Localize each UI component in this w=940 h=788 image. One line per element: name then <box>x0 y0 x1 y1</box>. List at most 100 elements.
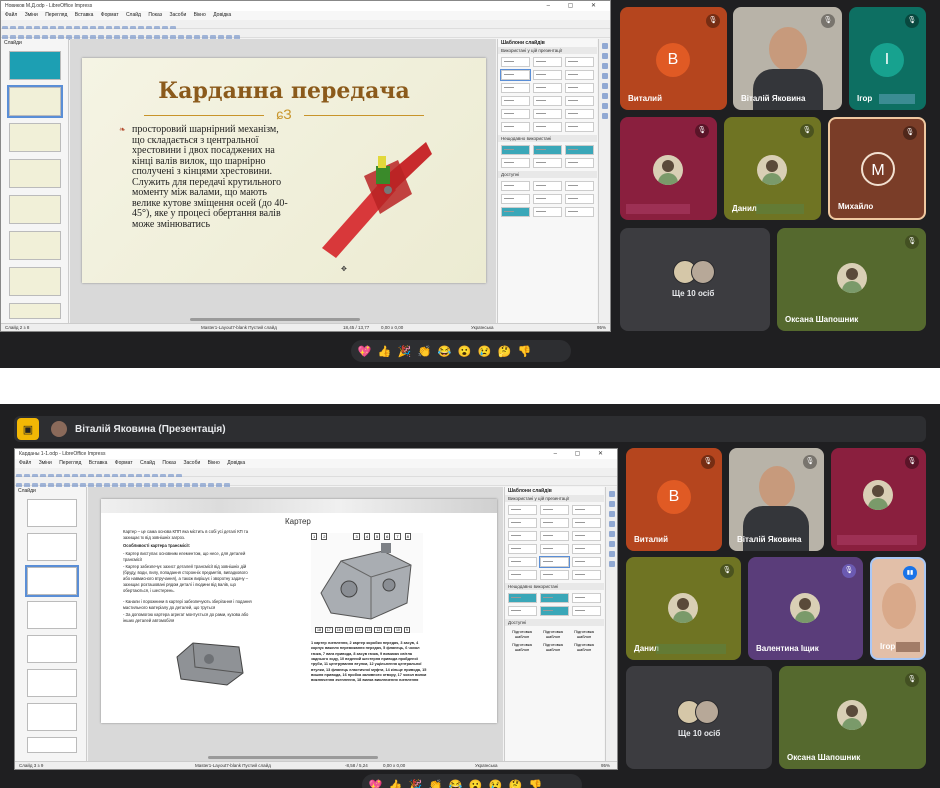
reaction-thinking-icon[interactable]: 🤔 <box>497 345 512 358</box>
hscroll[interactable] <box>208 756 378 759</box>
reaction-thinking-icon[interactable]: 🤔 <box>508 779 523 788</box>
available-template[interactable]: Підготовка шаблон <box>539 642 567 652</box>
menu-show[interactable]: Показ <box>148 12 162 18</box>
participant-tile[interactable]: 🎙 Данил <box>626 557 741 660</box>
available-layouts-grid[interactable] <box>498 178 597 220</box>
participant-tile[interactable]: 🎙 <box>831 448 926 551</box>
more-participants-tile[interactable]: Ще 10 осіб <box>626 666 772 769</box>
reaction-thumbs-up-icon[interactable]: 👍 <box>377 345 392 358</box>
slide-thumb-3[interactable] <box>25 565 79 597</box>
available-template[interactable]: Підготовка шаблон <box>570 642 598 652</box>
menu-slide[interactable]: Слайд <box>140 460 155 466</box>
reaction-thumbs-down-icon[interactable]: 👎 <box>517 345 532 358</box>
slide-current[interactable]: Карданна передача ɕЗ ❧ просторовий шарні… <box>82 58 486 283</box>
available-template[interactable]: Підготовка шаблон <box>508 629 536 639</box>
drawing-toolbar[interactable] <box>1 29 610 40</box>
standard-toolbar[interactable] <box>1 20 610 31</box>
participant-tile[interactable]: В 🎙 Виталий <box>620 7 727 110</box>
menu-window[interactable]: Вікно <box>208 460 220 466</box>
available-section[interactable]: Доступні <box>505 619 604 626</box>
status-zoom[interactable]: 95% <box>597 324 606 331</box>
menu-insert[interactable]: Вставка <box>75 12 94 18</box>
slide-thumb-8[interactable] <box>27 737 77 753</box>
participant-tile[interactable]: 🎙 Оксана Шапошник <box>777 228 926 331</box>
slide-thumb-1[interactable] <box>27 499 77 527</box>
slide-current[interactable]: Картер Картер – це сама основа КПП яка м… <box>101 499 497 723</box>
reaction-surprised-icon[interactable]: 😮 <box>468 779 483 788</box>
reaction-laugh-icon[interactable]: 😂 <box>437 345 452 358</box>
sidebar-deck[interactable] <box>605 487 617 761</box>
reaction-heart-icon[interactable]: 💖 <box>357 345 372 358</box>
more-participants-tile[interactable]: Ще 10 осіб <box>620 228 770 331</box>
standard-toolbar[interactable] <box>15 468 617 479</box>
reaction-laugh-icon[interactable]: 😂 <box>448 779 463 788</box>
slide-thumb-5[interactable] <box>9 195 61 224</box>
slide-thumb-5[interactable] <box>27 635 77 663</box>
slide-thumb-2[interactable] <box>7 85 63 118</box>
slide-thumb-7[interactable] <box>9 267 61 296</box>
menu-insert[interactable]: Вставка <box>89 460 108 466</box>
available-template[interactable]: Підготовка шаблон <box>508 642 536 652</box>
participant-tile[interactable]: 🎙 Віталій Яковина <box>729 448 824 551</box>
menu-view[interactable]: Перегляд <box>59 460 81 466</box>
available-template[interactable]: Підготовка шаблон <box>539 629 567 639</box>
menu-edit[interactable]: Зміни <box>25 12 38 18</box>
slide-thumb-4[interactable] <box>27 601 77 629</box>
slide-canvas[interactable]: Карданна передача ɕЗ ❧ просторовий шарні… <box>70 39 496 323</box>
menu-view[interactable]: Перегляд <box>45 12 67 18</box>
drawing-toolbar[interactable] <box>15 477 617 488</box>
menu-file[interactable]: Файл <box>5 12 17 18</box>
slide-thumb-3[interactable] <box>9 123 61 152</box>
participant-tile[interactable]: ▮▮ Ігор <box>870 557 926 660</box>
available-section[interactable]: Доступні <box>498 171 597 178</box>
available-template[interactable]: Підготовка шаблон <box>570 629 598 639</box>
slide-thumb-6[interactable] <box>9 231 61 260</box>
status-zoom[interactable]: 95% <box>601 762 610 769</box>
reaction-heart-icon[interactable]: 💖 <box>368 779 383 788</box>
reaction-thumbs-up-icon[interactable]: 👍 <box>388 779 403 788</box>
reaction-party-icon[interactable]: 🎉 <box>397 345 412 358</box>
reaction-sad-icon[interactable]: 😢 <box>477 345 492 358</box>
slide-thumb-6[interactable] <box>27 669 77 697</box>
reaction-clap-icon[interactable]: 👏 <box>428 779 443 788</box>
menu-help[interactable]: Довідка <box>227 460 245 466</box>
reaction-sad-icon[interactable]: 😢 <box>488 779 503 788</box>
participant-tile[interactable]: М 🎙 Михайло <box>828 117 926 220</box>
slide-canvas[interactable]: Картер Картер – це сама основа КПП яка м… <box>88 487 503 761</box>
participant-tile[interactable]: 🎙 <box>620 117 717 220</box>
reaction-party-icon[interactable]: 🎉 <box>408 779 423 788</box>
menu-tools[interactable]: Засоби <box>183 460 200 466</box>
menu-tools[interactable]: Засоби <box>169 12 186 18</box>
participant-tile[interactable]: В 🎙 Виталий <box>626 448 722 551</box>
used-section[interactable]: Використані у цій презентації <box>505 495 604 502</box>
slide-thumb-4[interactable] <box>9 159 61 188</box>
used-layouts-grid[interactable] <box>498 54 597 135</box>
participant-tile[interactable]: 🎙 Валентина Іщик <box>748 557 863 660</box>
recent-layouts-grid[interactable] <box>505 590 604 619</box>
participant-tile[interactable]: 🎙 Данил <box>724 117 821 220</box>
menu-edit[interactable]: Зміни <box>39 460 52 466</box>
participant-tile[interactable]: 🎙 Оксана Шапошник <box>779 666 926 769</box>
menu-help[interactable]: Довідка <box>213 12 231 18</box>
menu-window[interactable]: Вікно <box>194 12 206 18</box>
reaction-thumbs-down-icon[interactable]: 👎 <box>528 779 543 788</box>
used-section[interactable]: Використані у цій презентації <box>498 47 597 54</box>
used-layouts-grid[interactable] <box>505 502 604 583</box>
menu-file[interactable]: Файл <box>19 460 31 466</box>
participant-tile[interactable]: І 🎙 Ігор <box>849 7 926 110</box>
reaction-surprised-icon[interactable]: 😮 <box>457 345 472 358</box>
hscroll[interactable] <box>190 318 360 321</box>
recent-section[interactable]: Нещодавно використані <box>505 583 604 590</box>
stop-presenting-icon[interactable]: ▣ <box>17 418 39 440</box>
menu-slide[interactable]: Слайд <box>126 12 141 18</box>
menu-format[interactable]: Формат <box>101 12 119 18</box>
slide-thumb-7[interactable] <box>27 703 77 731</box>
reaction-clap-icon[interactable]: 👏 <box>417 345 432 358</box>
recent-section[interactable]: Нещодавно використані <box>498 135 597 142</box>
slide-thumb-8[interactable] <box>9 303 61 319</box>
participant-tile[interactable]: 🎙 Віталій Яковина <box>733 7 842 110</box>
recent-layouts-grid[interactable] <box>498 142 597 171</box>
sidebar-deck[interactable] <box>598 39 610 323</box>
available-layouts-grid[interactable]: Підготовка шаблон Підготовка шаблон Підг… <box>505 626 604 655</box>
menu-format[interactable]: Формат <box>115 460 133 466</box>
